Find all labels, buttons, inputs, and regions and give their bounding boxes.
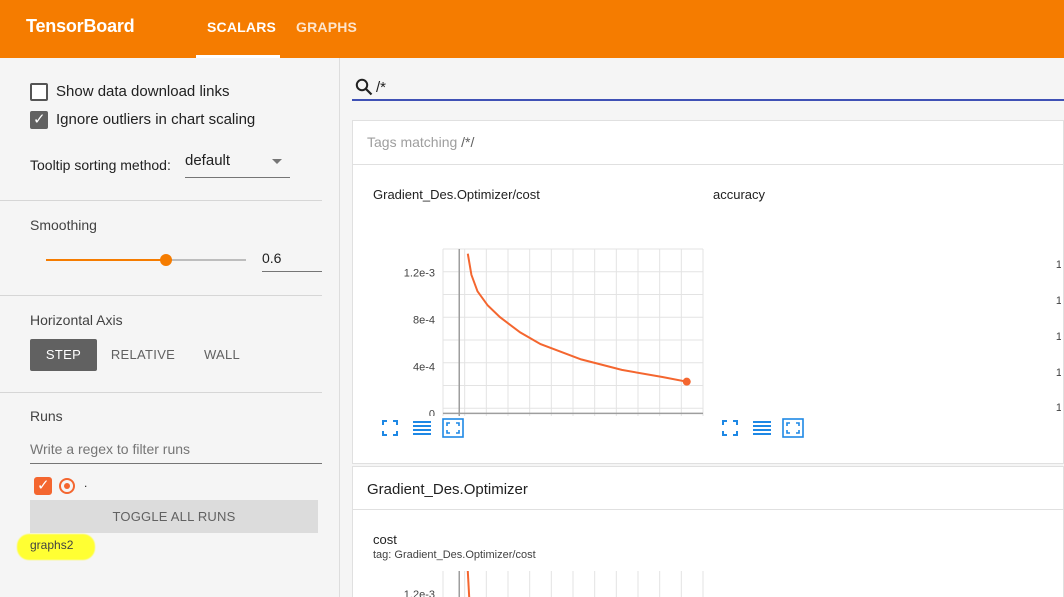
search-icon — [355, 78, 373, 96]
ignore-outliers-label: Ignore outliers in chart scaling — [56, 111, 256, 128]
smoothing-slider-knob[interactable] — [160, 254, 172, 266]
smoothing-slider[interactable] — [46, 254, 246, 266]
toggle-all-runs-button[interactable]: TOGGLE ALL RUNS — [30, 500, 318, 533]
cost-chart[interactable]: 01002003004005001.2e-38e-44e-40 — [353, 206, 705, 416]
axis-relative-button[interactable]: RELATIVE — [108, 339, 178, 371]
run-label: . — [84, 476, 88, 490]
top-bar: TensorBoard SCALARS GRAPHS — [0, 0, 1064, 58]
divider — [353, 509, 1064, 510]
runs-filter-input[interactable]: Write a regex to filter runs — [30, 438, 322, 464]
runs-title: Runs — [30, 408, 63, 424]
run-name: graphs2 — [30, 538, 74, 552]
group-card-header[interactable]: Gradient_Des.Optimizer — [367, 481, 528, 498]
tags-card-header-prefix: Tags matching — [367, 134, 462, 150]
group-card: Gradient_Des.Optimizer cost tag: Gradien… — [352, 466, 1064, 597]
y-tick-label: 1 — [1056, 367, 1061, 379]
tags-card: Tags matching /*/ Gradient_Des.Optimizer… — [352, 120, 1064, 464]
tooltip-sorting-value: default — [185, 152, 231, 169]
series-line — [466, 571, 471, 597]
divider — [0, 200, 322, 201]
fit-domain-icon[interactable] — [782, 418, 804, 438]
tab-scalars[interactable]: SCALARS — [207, 19, 276, 35]
checkmark-icon: ✓ — [33, 110, 46, 128]
checkmark-icon: ✓ — [37, 476, 50, 494]
run-radio[interactable] — [59, 478, 75, 494]
tab-graphs[interactable]: GRAPHS — [296, 19, 357, 35]
y-tick-label: 4e-4 — [413, 361, 435, 373]
search-input[interactable]: /* — [376, 79, 386, 96]
fullscreen-icon[interactable] — [382, 420, 398, 436]
chart-title-cost: Gradient_Des.Optimizer/cost — [373, 187, 540, 202]
y-tick-label: 8e-4 — [413, 314, 435, 326]
y-tick-label: 1 — [1056, 295, 1061, 307]
data-table-icon[interactable] — [412, 420, 432, 436]
cost-chart-bottom[interactable]: 1.2e-3 — [353, 571, 705, 597]
ignore-outliers-checkbox[interactable]: ✓ — [30, 110, 48, 129]
tooltip-sorting-label: Tooltip sorting method: — [30, 157, 171, 173]
series-end-point — [682, 377, 691, 386]
smoothing-value-input[interactable]: 0.6 — [262, 246, 322, 272]
chart-title-accuracy: accuracy — [713, 187, 766, 202]
chart-title-cost-bottom: cost — [373, 532, 397, 547]
divider — [0, 295, 322, 296]
y-tick-label: 1 — [1056, 402, 1061, 414]
axis-wall-button[interactable]: WALL — [196, 339, 248, 371]
run-checkbox[interactable]: ✓ — [34, 476, 52, 495]
fullscreen-icon[interactable] — [722, 420, 738, 436]
y-tick-label: 1.2e-3 — [404, 267, 435, 279]
search-underline — [352, 99, 1064, 101]
smoothing-slider-fill — [46, 259, 166, 261]
tooltip-sorting-dropdown[interactable]: default — [185, 152, 290, 178]
y-tick-label: 1 — [1056, 259, 1061, 271]
radio-dot — [64, 483, 70, 489]
sidebar: Show data download links ✓ Ignore outlie… — [0, 58, 340, 597]
horizontal-axis-title: Horizontal Axis — [30, 312, 123, 328]
fit-domain-icon[interactable] — [442, 418, 464, 438]
smoothing-title: Smoothing — [30, 217, 97, 233]
y-tick-label: 1.2e-3 — [404, 589, 435, 597]
divider — [0, 392, 322, 393]
app-title: TensorBoard — [26, 16, 135, 36]
data-table-icon[interactable] — [752, 420, 772, 436]
axis-step-button[interactable]: STEP — [30, 339, 97, 371]
divider — [353, 164, 1064, 165]
accuracy-chart[interactable]: 010020030040050011111 — [705, 206, 1061, 416]
y-tick-label: 0 — [429, 408, 435, 416]
y-tick-label: 1 — [1056, 331, 1061, 343]
tags-card-header: Tags matching /*/ — [367, 134, 474, 150]
show-download-links-label: Show data download links — [56, 83, 230, 100]
chart-tag: tag: Gradient_Des.Optimizer/cost — [373, 549, 536, 561]
tags-card-header-pattern: /*/ — [461, 134, 475, 150]
dropdown-caret-icon — [272, 159, 282, 164]
show-download-links-checkbox[interactable] — [30, 83, 48, 101]
